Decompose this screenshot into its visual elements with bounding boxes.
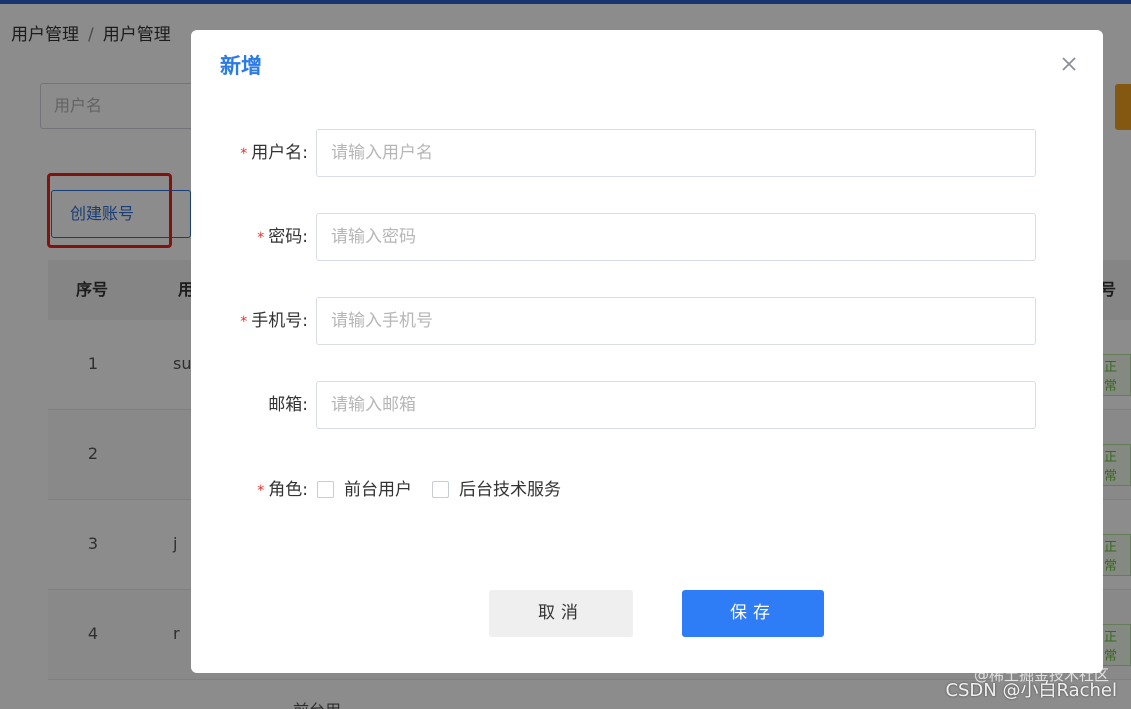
save-button[interactable]: 保存	[682, 590, 824, 637]
form-row-email: 邮箱: 请输入邮箱	[191, 381, 1103, 429]
username-label: * 用户名:	[240, 143, 308, 163]
role-option-frontend[interactable]: 前台用户	[344, 466, 412, 514]
phone-label: * 手机号:	[240, 311, 308, 331]
add-user-dialog: 新增 * 用户名: 请输入用户名 * 密码: 请输入密码 * 手机号: 请输入手机号 …	[191, 30, 1103, 673]
required-mark: *	[257, 230, 265, 246]
form-row-username: * 用户名: 请输入用户名	[191, 129, 1103, 177]
required-mark: *	[240, 314, 248, 330]
email-field[interactable]: 请输入邮箱	[316, 381, 1036, 429]
phone-field[interactable]: 请输入手机号	[316, 297, 1036, 345]
role-label: * 角色:	[257, 480, 308, 500]
close-icon[interactable]	[1057, 52, 1081, 76]
role-option-backend-tech[interactable]: 后台技术服务	[459, 466, 561, 514]
email-label: 邮箱:	[268, 395, 308, 415]
role-checkbox-backend-tech[interactable]	[432, 481, 449, 498]
dialog-title: 新增	[220, 54, 262, 78]
username-field[interactable]: 请输入用户名	[316, 129, 1036, 177]
form-row-password: * 密码: 请输入密码	[191, 213, 1103, 261]
watermark-csdn: CSDN @小白Rachel	[945, 680, 1117, 701]
required-mark: *	[257, 483, 265, 499]
role-checkbox-frontend[interactable]	[317, 481, 334, 498]
form-row-role: * 角色: 前台用户 后台技术服务	[191, 466, 1103, 514]
password-label: * 密码:	[257, 227, 308, 247]
cancel-button[interactable]: 取消	[489, 590, 633, 637]
password-field[interactable]: 请输入密码	[316, 213, 1036, 261]
form-row-phone: * 手机号: 请输入手机号	[191, 297, 1103, 345]
required-mark: *	[240, 146, 248, 162]
